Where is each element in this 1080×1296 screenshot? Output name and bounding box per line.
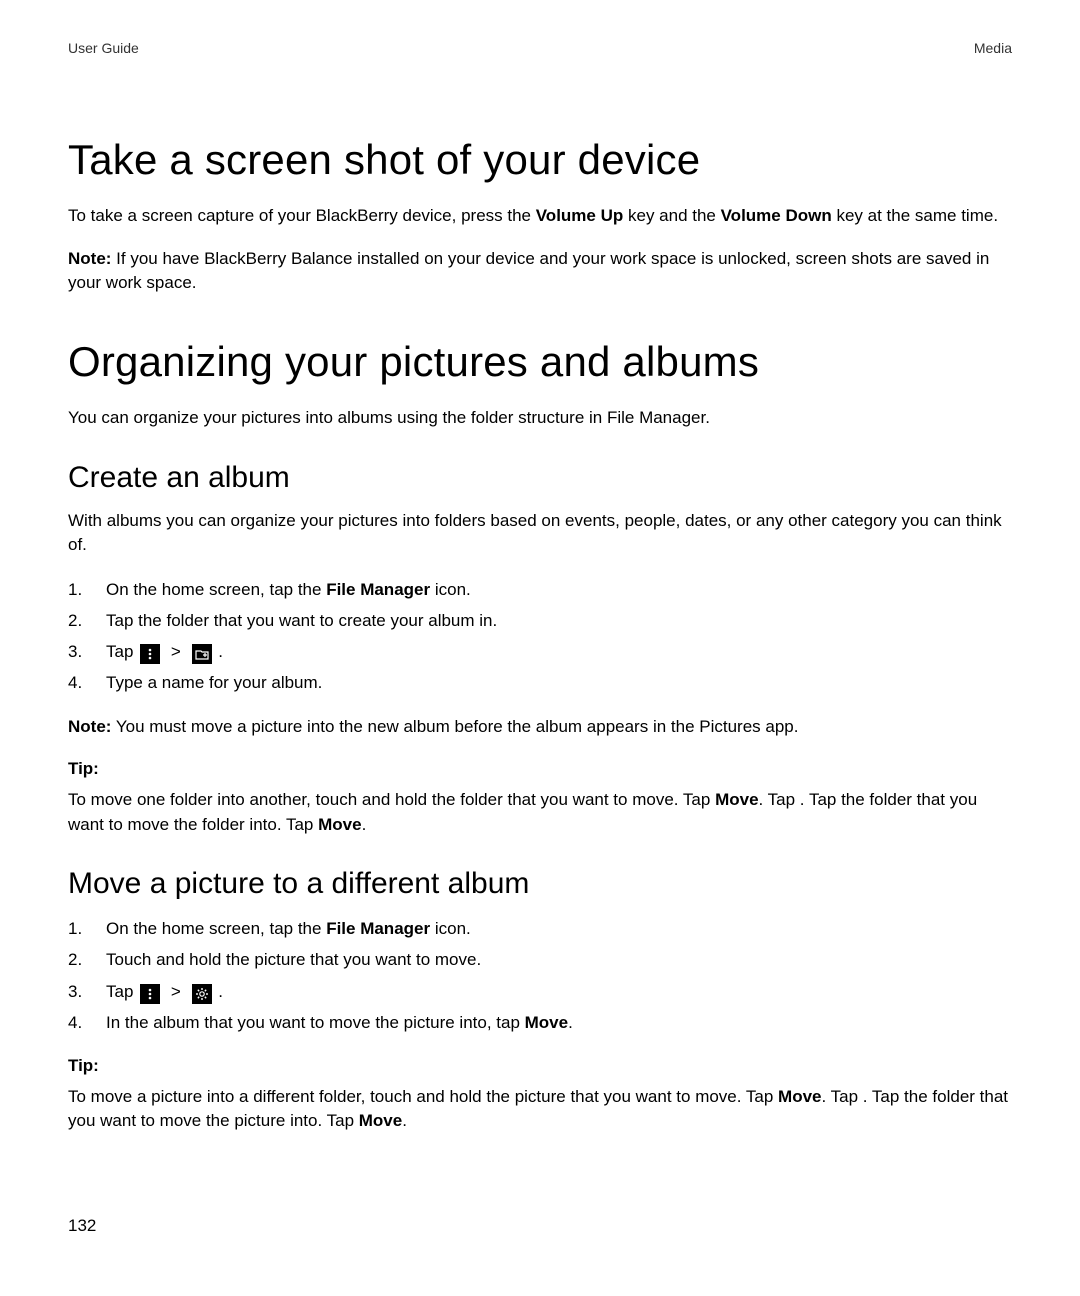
- volume-down-label: Volume Down: [721, 206, 832, 225]
- move-label: Move: [525, 1013, 568, 1032]
- sub2-title: Move a picture to a different album: [68, 867, 1012, 901]
- sub1-note: Note: You must move a picture into the n…: [68, 715, 1012, 740]
- move-label: Move: [318, 815, 361, 834]
- chevron-right-separator: >: [171, 982, 181, 1001]
- list-item: Type a name for your album.: [68, 669, 1012, 696]
- volume-up-label: Volume Up: [536, 206, 624, 225]
- sub2-tip-text-c: .: [402, 1111, 407, 1130]
- page-header: User Guide Media: [68, 40, 1012, 56]
- header-left: User Guide: [68, 40, 139, 56]
- section1-title: Take a screen shot of your device: [68, 136, 1012, 184]
- sub1-steps: On the home screen, tap the File Manager…: [68, 576, 1012, 697]
- list-item: In the album that you want to move the p…: [68, 1009, 1012, 1036]
- step3-text-a: Tap: [106, 982, 138, 1001]
- sub1-title: Create an album: [68, 461, 1012, 495]
- file-manager-label: File Manager: [326, 919, 430, 938]
- list-item: On the home screen, tap the File Manager…: [68, 915, 1012, 942]
- section1-para1-text-c: key at the same time.: [832, 206, 998, 225]
- section2-title: Organizing your pictures and albums: [68, 338, 1012, 386]
- move-label: Move: [715, 790, 758, 809]
- step3-text-b: .: [218, 642, 223, 661]
- step1-text-a: On the home screen, tap the: [106, 580, 326, 599]
- step1-text-a: On the home screen, tap the: [106, 919, 326, 938]
- gear-icon: [192, 984, 212, 1004]
- move-label: Move: [359, 1111, 402, 1130]
- more-vertical-icon: [140, 644, 160, 664]
- sub1-tip: To move one folder into another, touch a…: [68, 788, 1012, 837]
- step4-text-a: In the album that you want to move the p…: [106, 1013, 525, 1032]
- move-label: Move: [778, 1087, 821, 1106]
- list-item: Tap > .: [68, 638, 1012, 665]
- sub1-note-text: You must move a picture into the new alb…: [111, 717, 798, 736]
- list-item: On the home screen, tap the File Manager…: [68, 576, 1012, 603]
- list-item: Touch and hold the picture that you want…: [68, 946, 1012, 973]
- step3-text-a: Tap: [106, 642, 138, 661]
- more-vertical-icon: [140, 984, 160, 1004]
- section2-intro: You can organize your pictures into albu…: [68, 406, 1012, 431]
- sub2-tip: To move a picture into a different folde…: [68, 1085, 1012, 1134]
- page-number: 132: [68, 1216, 96, 1236]
- section1-note: Note: If you have BlackBerry Balance ins…: [68, 247, 1012, 296]
- sub2-steps: On the home screen, tap the File Manager…: [68, 915, 1012, 1036]
- section1-para1: To take a screen capture of your BlackBe…: [68, 204, 1012, 229]
- note-label: Note:: [68, 717, 111, 736]
- step1-text-b: icon.: [430, 919, 471, 938]
- step1-text-b: icon.: [430, 580, 471, 599]
- header-right: Media: [974, 40, 1012, 56]
- list-item: Tap the folder that you want to create y…: [68, 607, 1012, 634]
- sub1-intro: With albums you can organize your pictur…: [68, 509, 1012, 558]
- chevron-right-separator: >: [171, 642, 181, 661]
- note-label: Note:: [68, 249, 111, 268]
- document-page: User Guide Media Take a screen shot of y…: [0, 0, 1080, 1296]
- step4-text-b: .: [568, 1013, 573, 1032]
- sub2-tip-block: Tip:: [68, 1054, 1012, 1079]
- file-manager-label: File Manager: [326, 580, 430, 599]
- section1-para1-text-a: To take a screen capture of your BlackBe…: [68, 206, 536, 225]
- sub1-tip-block: Tip:: [68, 757, 1012, 782]
- section1-note-text: If you have BlackBerry Balance installed…: [68, 249, 989, 293]
- list-item: Tap > .: [68, 978, 1012, 1005]
- step3-text-b: .: [218, 982, 223, 1001]
- tip-label: Tip:: [68, 759, 99, 778]
- add-folder-icon: [192, 644, 212, 664]
- sub1-tip-text-a: To move one folder into another, touch a…: [68, 790, 715, 809]
- sub1-tip-text-c: .: [362, 815, 367, 834]
- tip-label: Tip:: [68, 1056, 99, 1075]
- sub2-tip-text-a: To move a picture into a different folde…: [68, 1087, 778, 1106]
- section1-para1-text-b: key and the: [623, 206, 720, 225]
